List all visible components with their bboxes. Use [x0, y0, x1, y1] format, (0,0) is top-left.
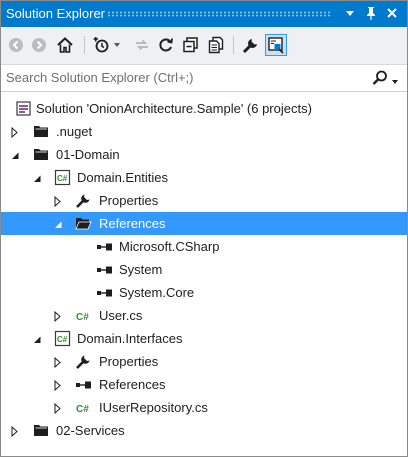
- drag-grip[interactable]: [107, 11, 331, 17]
- tree-item-references-selected[interactable]: References: [1, 212, 407, 235]
- search-options-dropdown-icon[interactable]: [391, 74, 399, 89]
- tree-item-label: User.cs: [99, 308, 143, 323]
- expanded-arrow-icon[interactable]: [32, 333, 42, 344]
- svg-text:C#: C#: [57, 174, 68, 183]
- pending-changes-filter-icon[interactable]: [91, 35, 111, 55]
- expanded-arrow-icon[interactable]: [32, 172, 42, 183]
- tree-item-label: Solution 'OnionArchitecture.Sample' (6 p…: [36, 101, 312, 116]
- tree-item-label: References: [99, 377, 166, 392]
- collapsed-arrow-icon[interactable]: [53, 195, 63, 208]
- folder-icon: [33, 146, 50, 163]
- auto-hide-pin-icon[interactable]: [362, 3, 380, 23]
- collapse-all-icon[interactable]: [181, 35, 201, 55]
- tree-item-label: System.Core: [119, 285, 195, 300]
- tree-item-iuserrepository-cs[interactable]: C# IUserRepository.cs: [1, 396, 407, 419]
- back-icon[interactable]: [6, 35, 26, 55]
- refresh-icon[interactable]: [156, 35, 176, 55]
- tree-item-label: Properties: [99, 193, 159, 208]
- tree-item-label: Microsoft.CSharp: [119, 239, 220, 254]
- csharp-file-icon: C#: [75, 399, 92, 416]
- tree-item-references[interactable]: References: [1, 373, 407, 396]
- properties-icon[interactable]: [241, 35, 261, 55]
- expanded-arrow-icon[interactable]: [10, 149, 20, 160]
- collapsed-arrow-icon[interactable]: [10, 126, 20, 139]
- reference-icon: [96, 285, 113, 302]
- tree-item-domain-entities[interactable]: C# Domain.Entities: [1, 166, 407, 189]
- title-bar[interactable]: Solution Explorer: [1, 1, 407, 27]
- tree-item-system-core[interactable]: System.Core: [1, 281, 407, 304]
- tree-item-label: 01-Domain: [56, 147, 120, 162]
- wrench-icon: [75, 192, 92, 209]
- svg-text:C#: C#: [57, 335, 68, 344]
- tree-item-label: Domain.Interfaces: [77, 331, 183, 346]
- search-input[interactable]: Search Solution Explorer (Ctrl+;): [6, 70, 194, 85]
- show-all-files-icon[interactable]: [206, 35, 226, 55]
- reference-icon: [96, 239, 113, 256]
- tree-item-label: Properties: [99, 354, 159, 369]
- window-position-dropdown-icon[interactable]: [341, 3, 359, 23]
- collapsed-arrow-icon[interactable]: [53, 402, 63, 415]
- solution-icon: [15, 100, 32, 117]
- svg-text:C#: C#: [76, 312, 89, 323]
- folder-icon: [33, 123, 50, 140]
- tree-item-properties[interactable]: Properties: [1, 189, 407, 212]
- csharp-project-icon: C#: [54, 169, 71, 186]
- tree-item-solution[interactable]: Solution 'OnionArchitecture.Sample' (6 p…: [1, 97, 407, 120]
- csharp-file-icon: C#: [75, 307, 92, 324]
- preview-selected-items-icon[interactable]: [265, 34, 287, 56]
- tree-item-system[interactable]: System: [1, 258, 407, 281]
- pending-changes-dropdown-icon[interactable]: [112, 35, 122, 55]
- tree-item-02-services[interactable]: 02-Services: [1, 419, 407, 442]
- collapsed-arrow-icon[interactable]: [10, 425, 20, 438]
- tree-item-01-domain[interactable]: 01-Domain: [1, 143, 407, 166]
- tree-item-label: .nuget: [56, 124, 93, 139]
- svg-text:C#: C#: [76, 404, 89, 415]
- wrench-icon: [75, 353, 92, 370]
- search-icon[interactable]: [371, 69, 389, 87]
- reference-icon: [75, 377, 92, 394]
- solution-explorer-window: Solution Explorer Search Solution Explor…: [0, 0, 408, 457]
- tree-item-nuget[interactable]: .nuget: [1, 120, 407, 143]
- tree-item-label: 02-Services: [56, 423, 125, 438]
- toolbar-separator: [233, 36, 234, 54]
- tree-item-label: References: [99, 216, 166, 231]
- forward-icon[interactable]: [29, 35, 49, 55]
- home-icon[interactable]: [55, 35, 75, 55]
- collapsed-arrow-icon[interactable]: [53, 356, 63, 369]
- folder-icon: [33, 422, 50, 439]
- sync-with-active-document-icon[interactable]: [132, 35, 152, 55]
- search-box[interactable]: Search Solution Explorer (Ctrl+;): [1, 65, 407, 92]
- tree-item-label: Domain.Entities: [77, 170, 169, 185]
- window-title: Solution Explorer: [6, 6, 105, 21]
- collapsed-arrow-icon[interactable]: [53, 310, 63, 323]
- csharp-project-icon: C#: [54, 330, 71, 347]
- tree-item-user-cs[interactable]: C# User.cs: [1, 304, 407, 327]
- reference-icon: [96, 262, 113, 279]
- toolbar: [1, 27, 407, 65]
- tree-item-domain-interfaces[interactable]: C# Domain.Interfaces: [1, 327, 407, 350]
- expanded-arrow-icon[interactable]: [53, 218, 63, 229]
- collapsed-arrow-icon[interactable]: [53, 379, 63, 392]
- folder-open-icon: [75, 215, 92, 232]
- toolbar-separator: [84, 36, 85, 54]
- tree-item-label: System: [119, 262, 163, 277]
- tree-item-properties[interactable]: Properties: [1, 350, 407, 373]
- tree-item-microsoft-csharp[interactable]: Microsoft.CSharp: [1, 235, 407, 258]
- close-icon[interactable]: [383, 3, 401, 23]
- tree-item-label: IUserRepository.cs: [99, 400, 208, 415]
